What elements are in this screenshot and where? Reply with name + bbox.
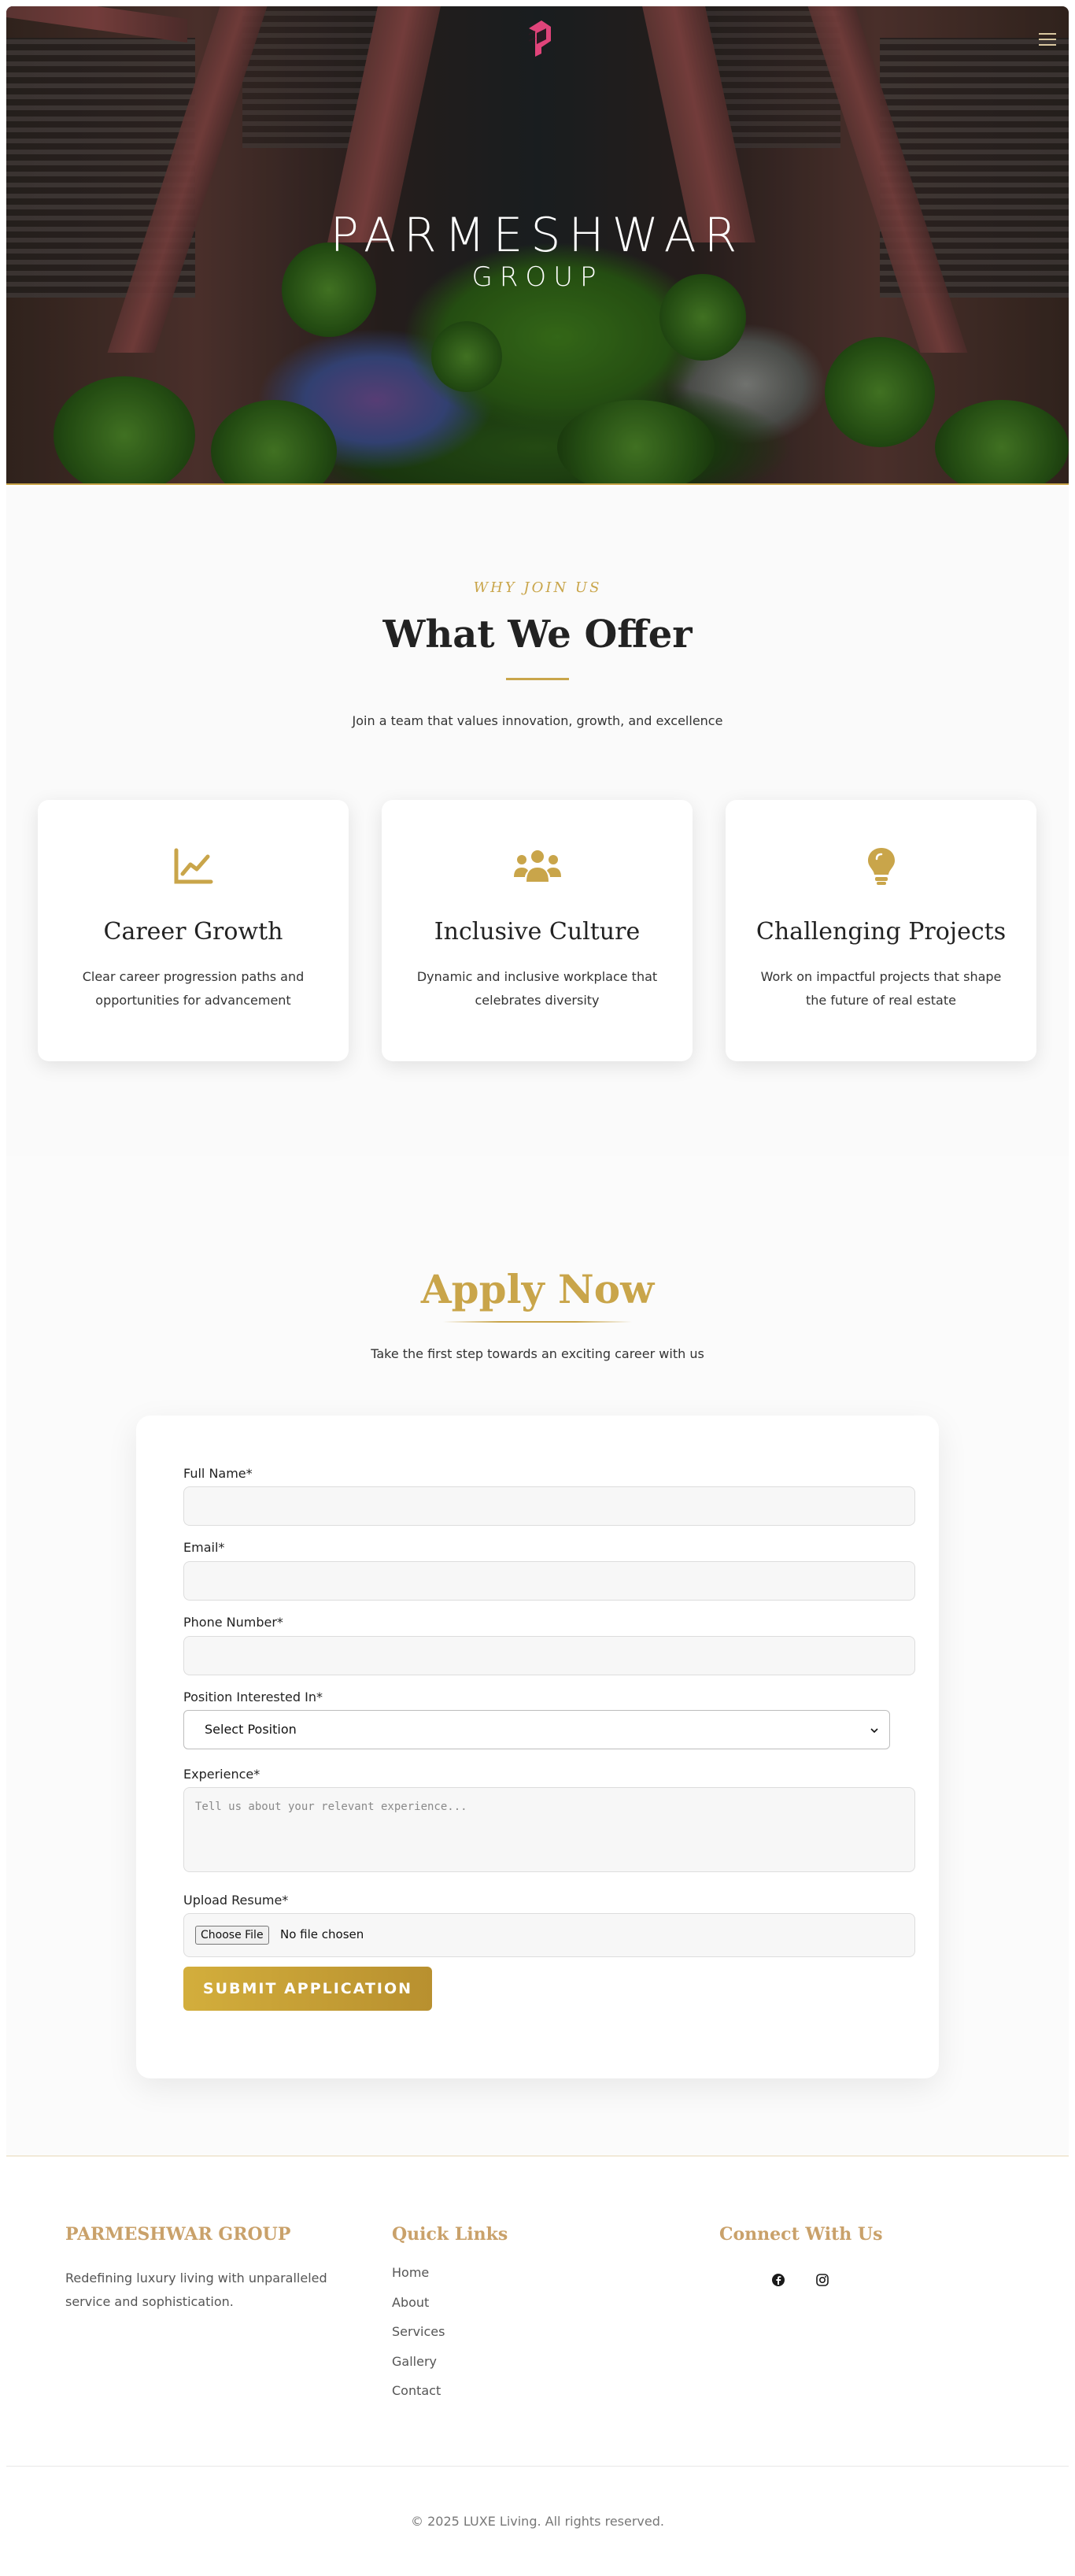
footer-link-about[interactable]: About — [392, 2295, 445, 2325]
title-divider — [506, 678, 569, 680]
apply-title: Apply Now — [420, 1266, 655, 1312]
brand-name: PARMESHWAR — [330, 208, 745, 263]
card-title: Career Growth — [103, 918, 283, 946]
position-select-value: Select Position — [205, 1722, 297, 1737]
card-title: Inclusive Culture — [434, 918, 641, 946]
resume-label: Upload Resume* — [183, 1893, 289, 1908]
page: PARMESHWAR GROUP WHY JOIN US What We Off… — [0, 0, 1075, 2576]
resume-file-input[interactable]: Choose File No file chosen — [183, 1913, 915, 1957]
offer-card-inclusive-culture: Inclusive Culture Dynamic and inclusive … — [382, 800, 693, 1061]
footer: PARMESHWAR GROUP Redefining luxury livin… — [6, 2156, 1069, 2576]
connect-title: Connect With Us — [719, 2224, 883, 2245]
footer-link-home[interactable]: Home — [392, 2265, 445, 2295]
card-text: Dynamic and inclusive workplace that cel… — [416, 969, 658, 1008]
phone-label: Phone Number* — [183, 1615, 283, 1630]
submit-application-button[interactable]: SUBMIT APPLICATION — [183, 1967, 432, 2011]
card-text: Clear career progression paths and oppor… — [82, 969, 305, 1008]
offer-card-challenging-projects: Challenging Projects Work on impactful p… — [726, 800, 1036, 1061]
experience-label: Experience* — [183, 1767, 260, 1782]
hero-banner: PARMESHWAR GROUP — [6, 6, 1069, 485]
brand-wordmark: PARMESHWAR GROUP — [6, 209, 1069, 293]
full-name-label: Full Name* — [183, 1466, 253, 1481]
chart-line-icon — [174, 848, 213, 884]
apply-title-divider — [443, 1321, 632, 1323]
no-file-text: No file chosen — [280, 1927, 364, 1941]
full-name-input[interactable] — [183, 1486, 915, 1526]
experience-placeholder: Tell us about your relevant experience..… — [195, 1801, 467, 1813]
apply-subtitle: Take the first step towards an exciting … — [371, 1346, 704, 1361]
chevron-down-icon — [870, 1728, 878, 1734]
brand-subname: GROUP — [471, 261, 604, 293]
lightbulb-icon — [868, 848, 895, 885]
offer-section: WHY JOIN US What We Offer Join a team th… — [6, 487, 1069, 1156]
footer-link-gallery[interactable]: Gallery — [392, 2354, 445, 2384]
choose-file-button[interactable]: Choose File — [195, 1926, 269, 1945]
quick-links-title: Quick Links — [392, 2224, 508, 2245]
phone-input[interactable] — [183, 1636, 915, 1675]
instagram-icon[interactable] — [815, 2273, 829, 2287]
email-input[interactable] — [183, 1561, 915, 1601]
card-title: Challenging Projects — [755, 918, 1007, 946]
footer-brand-description: Redefining luxury living with unparallel… — [65, 2271, 327, 2309]
quick-links-list: Home About Services Gallery Contact — [392, 2265, 445, 2413]
offer-card-career-growth: Career Growth Clear career progression p… — [38, 800, 349, 1061]
users-icon — [514, 850, 561, 882]
application-form: Full Name* Email* Phone Number* Position… — [136, 1416, 939, 2078]
card-text: Work on impactful projects that shape th… — [760, 969, 1002, 1008]
footer-divider — [6, 2466, 1069, 2467]
footer-link-contact[interactable]: Contact — [392, 2383, 445, 2413]
section-subtitle: Join a team that values innovation, grow… — [352, 713, 723, 728]
footer-link-services[interactable]: Services — [392, 2324, 445, 2354]
hamburger-menu-icon[interactable] — [1039, 33, 1056, 49]
section-eyebrow: WHY JOIN US — [473, 579, 602, 596]
email-label: Email* — [183, 1540, 225, 1555]
section-title: What We Offer — [382, 613, 693, 657]
parmeshwar-logo-mark[interactable] — [526, 17, 554, 57]
position-label: Position Interested In* — [183, 1690, 323, 1704]
experience-textarea[interactable]: Tell us about your relevant experience..… — [183, 1787, 915, 1872]
footer-brand-title: PARMESHWAR GROUP — [65, 2224, 291, 2245]
copyright-text: © 2025 LUXE Living. All rights reserved. — [411, 2514, 664, 2529]
facebook-icon[interactable] — [771, 2273, 785, 2287]
position-select[interactable]: Select Position — [183, 1710, 890, 1749]
apply-section: Apply Now Take the first step towards an… — [6, 1156, 1069, 2156]
